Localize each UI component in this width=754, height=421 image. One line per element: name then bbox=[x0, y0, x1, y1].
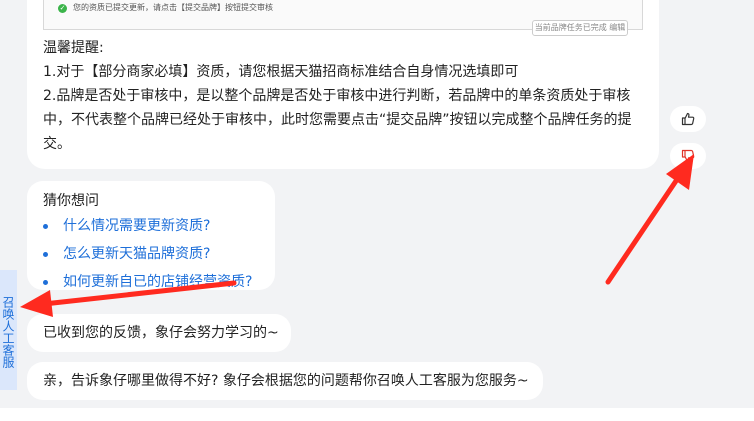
screenshot-notice-text: 您的资质已提交更新，请点击【提交品牌】按钮提交审核 bbox=[73, 3, 273, 12]
suggestions-list: 什么情况需要更新资质? 怎么更新天猫品牌资质? 如何更新自已的店铺经营资质? bbox=[43, 214, 252, 298]
dislike-button[interactable] bbox=[670, 143, 706, 169]
screenshot-button: 当前品牌任务已完成 编辑 bbox=[532, 20, 628, 36]
ask-message: 亲，告诉象仔哪里做得不好? 象仔会根据您的问题帮你召唤人工客服为您服务~ bbox=[27, 362, 543, 400]
ack-text: 已收到您的反馈，象仔会努力学习的~ bbox=[43, 325, 279, 341]
suggestion-link[interactable]: 如何更新自已的店铺经营资质? bbox=[63, 270, 252, 294]
reply-text: 温馨提醒: 1.对于【部分商家必填】资质，请您根据天猫招商标准结合自身情况选填即… bbox=[43, 36, 643, 156]
ack-message: 已收到您的反馈，象仔会努力学习的~ bbox=[27, 314, 291, 352]
call-human-agent-tab[interactable]: 召唤人工客服 bbox=[0, 270, 17, 390]
reply-bubble: ✓ 您的资质已提交更新，请点击【提交品牌】按钮提交审核 当前品牌任务已完成 编辑… bbox=[27, 0, 659, 169]
tip-1: 1.对于【部分商家必填】资质，请您根据天猫招商标准结合自身情况选填即可 bbox=[43, 64, 519, 80]
list-item[interactable]: 什么情况需要更新资质? bbox=[43, 214, 252, 242]
list-item[interactable]: 如何更新自已的店铺经营资质? bbox=[43, 270, 252, 298]
like-button[interactable] bbox=[670, 106, 706, 132]
screenshot-notice: ✓ 您的资质已提交更新，请点击【提交品牌】按钮提交审核 bbox=[58, 2, 273, 14]
list-item[interactable]: 怎么更新天猫品牌资质? bbox=[43, 242, 252, 270]
bullet-icon bbox=[43, 252, 48, 257]
suggestion-link[interactable]: 什么情况需要更新资质? bbox=[63, 214, 210, 238]
thumbs-down-icon bbox=[681, 149, 695, 163]
suggestions-bubble: 猜你想问 什么情况需要更新资质? 怎么更新天猫品牌资质? 如何更新自已的店铺经营… bbox=[27, 181, 275, 290]
suggestions-title: 猜你想问 bbox=[43, 193, 99, 209]
tips-title: 温馨提醒: bbox=[43, 40, 104, 56]
tip-2: 2.品牌是否处于审核中，是以整个品牌是否处于审核中进行判断，若品牌中的单条资质处… bbox=[43, 88, 632, 152]
ask-text: 亲，告诉象仔哪里做得不好? 象仔会根据您的问题帮你召唤人工客服为您服务~ bbox=[43, 373, 529, 389]
bullet-icon bbox=[43, 224, 48, 229]
thumbs-up-icon bbox=[681, 112, 695, 126]
suggestion-link[interactable]: 怎么更新天猫品牌资质? bbox=[63, 242, 210, 266]
bullet-icon bbox=[43, 280, 48, 285]
check-circle-icon: ✓ bbox=[58, 3, 67, 13]
embedded-screenshot: ✓ 您的资质已提交更新，请点击【提交品牌】按钮提交审核 当前品牌任务已完成 编辑 bbox=[43, 0, 643, 36]
chat-area: ✓ 您的资质已提交更新，请点击【提交品牌】按钮提交审核 当前品牌任务已完成 编辑… bbox=[0, 0, 754, 408]
